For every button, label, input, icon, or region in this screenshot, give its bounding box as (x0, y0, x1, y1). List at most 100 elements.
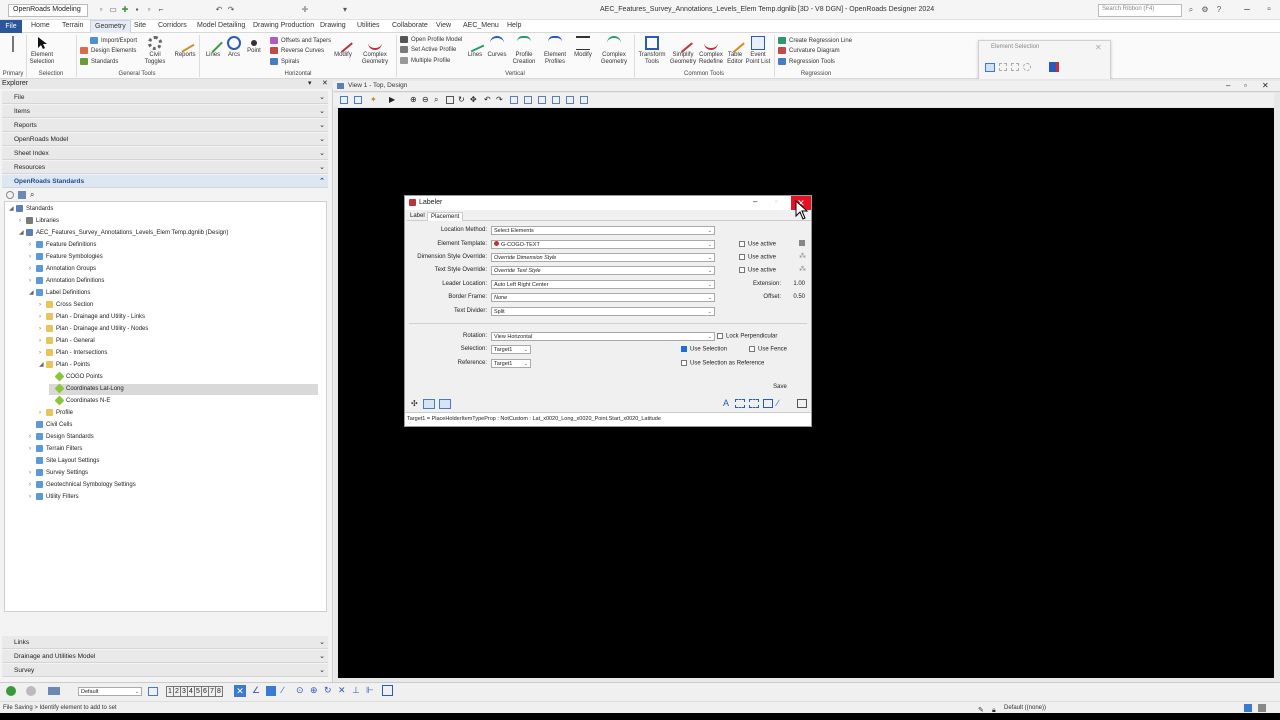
pick-template-icon[interactable] (799, 240, 805, 246)
menu-collaborate[interactable]: Collaborate (392, 22, 428, 29)
regression-tools-button[interactable]: Regression Tools (778, 58, 835, 65)
primary-button[interactable] (4, 36, 22, 54)
standards-button[interactable]: Standards (80, 58, 118, 65)
create-regression-line-button[interactable]: Create Regression Line (778, 37, 852, 44)
menu-view[interactable]: View (436, 22, 451, 29)
tree-node-annotation-definitions[interactable]: › Annotation Definitions (29, 276, 104, 287)
snap-settings-icon[interactable] (382, 685, 393, 696)
tree-node-cross-section[interactable]: › Cross Section (39, 300, 93, 311)
close-icon[interactable]: ✕ (322, 79, 328, 87)
arcs-button[interactable]: Arcs (226, 36, 242, 59)
settings-icon[interactable]: ⚙ (1200, 5, 1210, 14)
tree-node-site-layout-settings[interactable]: Site Layout Settings (29, 456, 99, 467)
text-divider-select[interactable]: Split ⌄ (491, 307, 715, 316)
table-editor-button[interactable]: Table Editor (724, 33, 746, 66)
tree-node-terrain-filters[interactable]: › Terrain Filters (29, 444, 82, 455)
workspace-select[interactable]: OpenRoads Modeling (8, 4, 88, 17)
tree-node-dgnlib[interactable]: ◢ AEC_Features_Survey_Annotations_Levels_… (19, 228, 228, 239)
intersection-snap-icon[interactable]: ✕ (338, 685, 346, 696)
tree-node-plan-points[interactable]: ◢ Plan - Points (39, 360, 90, 371)
minimize-button[interactable]: – (1236, 2, 1258, 18)
keypoint-snap-icon[interactable]: ∕ (282, 685, 284, 695)
window-area-icon[interactable]: ⌕ (434, 95, 438, 105)
menu-drawing[interactable]: Drawing (320, 22, 346, 29)
save-icon[interactable]: ▪ (132, 5, 142, 14)
tree-node-feature-definitions[interactable]: › Feature Definitions (29, 240, 96, 251)
pan-view-icon[interactable]: ✥ (470, 95, 477, 104)
tree-node-plan-intersections[interactable]: › Plan - Intersections (39, 348, 107, 359)
refresh-icon[interactable] (6, 191, 14, 199)
tree-node-libraries[interactable]: › Libraries (19, 216, 59, 227)
fit-frame-icon[interactable] (749, 399, 759, 408)
vertical-modify-button[interactable]: Modify (572, 36, 594, 59)
tree-node-label-definitions[interactable]: ◢ Label Definitions (29, 288, 90, 299)
open-profile-model-button[interactable]: Open Profile Model (400, 36, 462, 43)
saved-views-icon[interactable] (566, 96, 574, 104)
vertical-curves-button[interactable]: Curves (487, 36, 507, 59)
perpendicular-snap-icon[interactable]: ⊥ (352, 685, 360, 696)
new-icon[interactable]: ▫ (96, 5, 106, 14)
tab-placement[interactable]: Placement (427, 212, 464, 221)
extension-input[interactable]: 1.00 (783, 280, 805, 288)
text-style-select[interactable]: Override Text Style ⌄ (491, 266, 715, 275)
selection-mode-icon[interactable] (423, 399, 435, 409)
leader-icon[interactable]: ∕ (777, 398, 779, 408)
text-icon[interactable]: A (723, 398, 729, 408)
place-label-icon[interactable]: ✣ (411, 399, 418, 408)
menu-file[interactable]: File (0, 20, 22, 33)
model-icon[interactable] (48, 687, 60, 695)
play-icon[interactable]: ▶ (389, 95, 395, 104)
view-attributes-icon[interactable] (340, 96, 348, 104)
active-level-status[interactable]: Default ((none)) (1004, 702, 1046, 713)
view-settings-icon[interactable] (580, 96, 588, 104)
tree-node-feature-symbologies[interactable]: › Feature Symbologies (29, 252, 103, 263)
multiple-profile-button[interactable]: Multiple Profile (400, 57, 450, 64)
maximize-icon[interactable]: ▫ (775, 197, 778, 206)
offset-input[interactable]: 0.50 (783, 293, 805, 301)
key-icon[interactable]: ⌐ (156, 5, 166, 14)
tree-node-profile[interactable]: › Profile (39, 408, 73, 419)
lock-perpendicular-checkbox[interactable]: Lock Perpendicular (717, 333, 777, 341)
spirals-button[interactable]: Spirals (270, 58, 299, 65)
clip-volume-icon[interactable] (524, 96, 532, 104)
reports-button[interactable]: Reports (172, 33, 198, 59)
rotation-select[interactable]: View Horizontal ⌄ (491, 332, 715, 341)
redo-icon[interactable]: ↷ (226, 5, 236, 14)
reverse-curves-button[interactable]: Reverse Curves (270, 47, 324, 54)
section-sheet-index[interactable]: Sheet Index ⌄ (2, 147, 328, 160)
tree-node-geotechnical-symbology[interactable]: › Geotechnical Symbology Settings (29, 480, 136, 491)
menu-home[interactable]: Home (31, 22, 50, 29)
tree-node-standards[interactable]: ◢ Standards (9, 204, 53, 215)
selection-select[interactable]: Target1 ⌄ (491, 345, 531, 354)
menu-help[interactable]: Help (507, 22, 521, 29)
section-reports[interactable]: Reports ⌄ (2, 119, 328, 132)
snap-icon[interactable]: ✛ (300, 5, 310, 14)
center-snap-icon[interactable]: ⊙ (296, 685, 304, 696)
tree-node-cogo-points[interactable]: COGO Points (49, 371, 103, 383)
section-file[interactable]: File ⌄ (2, 91, 328, 104)
section-drainage-utilities-model[interactable]: Drainage and Utilities Model ⌄ (2, 650, 328, 663)
tree-node-plan-general[interactable]: › Plan - General (39, 336, 95, 347)
design-elements-button[interactable]: Design Elements (80, 47, 136, 54)
use-fence-checkbox[interactable]: Use Fence (749, 346, 787, 354)
block-select-icon[interactable] (999, 63, 1007, 71)
offsets-tapers-button[interactable]: Offsets and Tapers (270, 37, 331, 44)
ribbon-search-input[interactable]: Search Ribbon (F4) (1098, 4, 1182, 17)
accudraw-icon[interactable]: ∠ (252, 685, 260, 696)
zoom-in-icon[interactable]: ⊕ (410, 95, 417, 104)
reference-mode-icon[interactable] (439, 399, 451, 409)
forward-icon[interactable] (26, 686, 36, 696)
menu-terrain[interactable]: Terrain (62, 22, 83, 29)
simplify-geometry-button[interactable]: Simplify Geometry (669, 33, 697, 66)
section-openroads-standards[interactable]: OpenRoads Standards ⌃ (2, 175, 328, 188)
open-icon[interactable]: ▭ (108, 5, 118, 14)
help-icon[interactable]: ? (1214, 5, 1224, 14)
leader-location-select[interactable]: Auto Left Right Center ⌄ (491, 280, 715, 289)
copy-view-icon[interactable] (510, 96, 518, 104)
circle-select-icon[interactable] (1023, 63, 1031, 71)
undo-icon[interactable]: ↶ (214, 5, 224, 14)
modify-button[interactable]: Modify (332, 33, 354, 59)
view-8-button[interactable]: 8 (215, 686, 223, 697)
fit-view-icon[interactable] (446, 96, 454, 104)
civil-toggles-button[interactable]: Civil Toggles (142, 36, 168, 66)
